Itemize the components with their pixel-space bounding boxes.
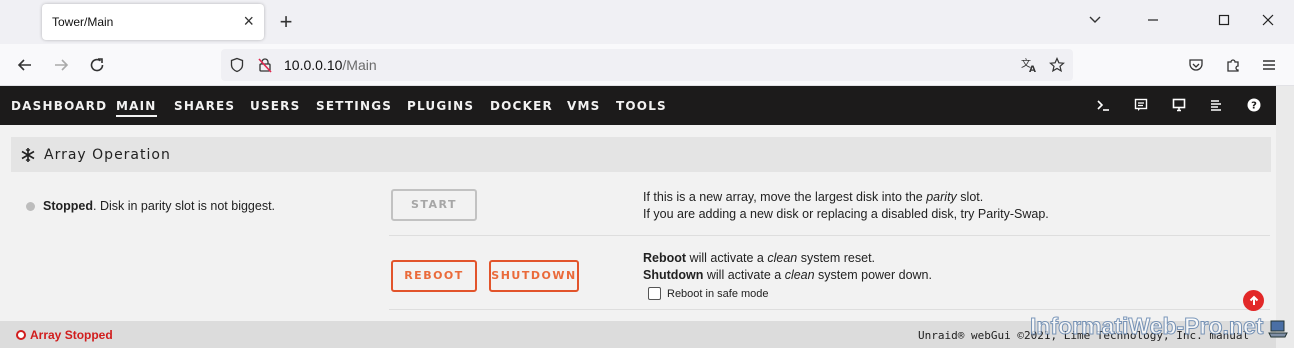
info-text: system power down. <box>814 268 932 282</box>
start-info-line-2: If you are adding a new disk or replacin… <box>643 207 1049 221</box>
status-label: Stopped <box>43 199 93 213</box>
svg-text:?: ? <box>1251 101 1257 112</box>
footer-status-text: Array Stopped <box>30 328 113 342</box>
hamburger-icon[interactable] <box>1257 53 1281 77</box>
info-text: If this is a new array, move the largest… <box>643 190 927 204</box>
translate-icon[interactable]: 文A <box>1017 53 1041 77</box>
url-bar[interactable]: 10.0.0.10/Main 文A <box>221 49 1073 81</box>
watermark: InformatiWeb-Pro.net <box>1029 313 1264 340</box>
shield-icon[interactable] <box>225 53 249 77</box>
log-icon[interactable] <box>1207 96 1225 114</box>
extensions-icon[interactable] <box>1221 53 1245 77</box>
url-text: 10.0.0.10/Main <box>284 57 377 73</box>
info-emphasis: parity <box>926 190 957 204</box>
info-text: slot. <box>956 190 984 204</box>
maximize-icon[interactable] <box>1212 10 1236 34</box>
unraid-nav: DASHBOARD MAIN SHARES USERS SETTINGS PLU… <box>0 86 1276 125</box>
reboot-info: Reboot will activate a clean system rese… <box>643 251 875 265</box>
divider <box>389 309 1270 310</box>
monitor-icon[interactable] <box>1170 96 1188 114</box>
info-emphasis: clean <box>784 268 815 282</box>
window-close-icon[interactable] <box>1256 10 1280 34</box>
divider <box>389 235 1270 236</box>
laptop-logo-icon <box>1268 318 1288 340</box>
menu-settings[interactable]: SETTINGS <box>316 99 392 113</box>
arrow-up-icon[interactable] <box>1243 290 1264 311</box>
page-scrollbar[interactable] <box>1276 86 1294 348</box>
safe-mode-label: Reboot in safe mode <box>667 288 769 300</box>
menu-dashboard[interactable]: DASHBOARD <box>11 99 107 113</box>
minimize-icon[interactable] <box>1141 10 1165 34</box>
menu-vms[interactable]: VMS <box>567 99 600 113</box>
reload-icon[interactable] <box>85 53 109 77</box>
menu-tools[interactable]: TOOLS <box>616 99 667 113</box>
terminal-icon[interactable] <box>1094 96 1112 114</box>
star-icon[interactable] <box>1045 53 1069 77</box>
browser-navbar: 10.0.0.10/Main 文A <box>0 44 1294 86</box>
info-bold: Shutdown <box>643 268 704 282</box>
info-text: will activate a <box>686 251 768 265</box>
section-header: Array Operation <box>11 137 1271 172</box>
menu-docker[interactable]: DOCKER <box>490 99 553 113</box>
status-indicator <box>26 202 35 211</box>
info-text: system reset. <box>797 251 876 265</box>
shutdown-button[interactable]: SHUTDOWN <box>489 260 579 292</box>
reboot-button[interactable]: REBOOT <box>391 260 477 292</box>
info-emphasis: clean <box>767 251 798 265</box>
close-icon[interactable]: × <box>243 11 254 31</box>
menu-plugins[interactable]: PLUGINS <box>407 99 474 113</box>
info-text: will activate a <box>703 268 785 282</box>
forward-icon[interactable] <box>49 53 73 77</box>
url-host: 10.0.0.10 <box>284 57 343 73</box>
plus-icon[interactable]: + <box>276 10 296 34</box>
svg-text:A: A <box>1029 65 1036 73</box>
info-bold: Reboot <box>643 251 687 265</box>
start-info-line-1: If this is a new array, move the largest… <box>643 190 983 204</box>
back-icon[interactable] <box>13 53 37 77</box>
chevron-down-icon[interactable] <box>1083 10 1107 34</box>
safe-mode-checkbox[interactable] <box>648 287 661 300</box>
start-button[interactable]: START <box>391 189 477 221</box>
menu-users[interactable]: USERS <box>250 99 300 113</box>
array-status: Stopped. Disk in parity slot is not bigg… <box>43 199 275 213</box>
tab-title: Tower/Main <box>52 15 114 29</box>
status-message: . Disk in parity slot is not biggest. <box>93 199 276 213</box>
stopped-icon <box>16 330 26 340</box>
shutdown-info: Shutdown will activate a clean system po… <box>643 268 932 282</box>
feedback-icon[interactable] <box>1132 96 1150 114</box>
pocket-icon[interactable] <box>1184 53 1208 77</box>
footer-array-status: Array Stopped <box>16 328 113 342</box>
insecure-lock-icon[interactable] <box>253 53 277 77</box>
browser-tabstrip: Tower/Main × + <box>0 0 1294 44</box>
menu-main[interactable]: MAIN <box>116 99 157 117</box>
url-path: /Main <box>342 57 377 73</box>
section-title: Array Operation <box>44 147 171 163</box>
menu-shares[interactable]: SHARES <box>174 99 235 113</box>
snowflake-icon <box>20 147 36 163</box>
browser-tab[interactable]: Tower/Main × <box>42 4 264 40</box>
help-icon[interactable]: ? <box>1245 96 1263 114</box>
